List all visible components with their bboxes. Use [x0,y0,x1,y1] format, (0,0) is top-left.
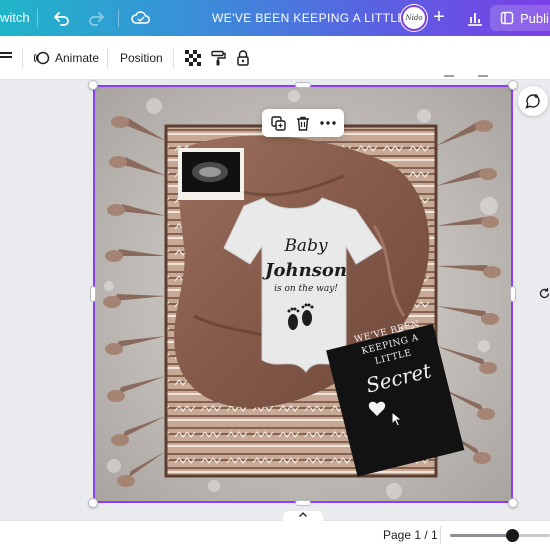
resize-handle-bottom-right[interactable] [508,498,518,508]
animate-label: Animate [55,51,100,65]
paint-roller-icon[interactable] [209,49,227,67]
page-indicator[interactable]: Page 1 / 1 [383,528,438,542]
add-comment-button[interactable] [518,86,548,116]
animate-button[interactable]: Animate [34,44,99,72]
page-edge-marker [478,75,488,77]
pregnancy-announcement-photo[interactable]: Baby Johnson is on the way! WE'VE BEEN K… [94,86,512,502]
toolbar-divider [173,48,174,68]
footer-divider [440,526,441,544]
redo-icon[interactable] [86,8,106,28]
more-options-icon[interactable] [319,114,337,132]
line-style-icon[interactable] [0,52,12,64]
duplicate-icon[interactable] [269,114,287,132]
design-title[interactable]: WE'VE BEEN KEEPING A LITTLE [212,0,406,36]
announcement-artwork [94,86,512,502]
element-context-toolbar [262,109,344,137]
resize-handle-right[interactable] [510,286,516,302]
object-toolbar: Animate Position [0,36,550,80]
onesie-subtitle-text: is on the way! [274,284,338,294]
add-collaborator-button[interactable]: + [430,6,448,30]
toolbar-divider [107,48,108,68]
page-edge-marker [444,75,454,77]
editor-top-bar: witch WE'VE BEEN KEEPING A LITTLE Nido +… [0,0,550,36]
position-button[interactable]: Position [120,44,163,72]
show-pages-toggle[interactable] [283,511,323,521]
comment-add-icon [525,94,540,109]
transparency-icon[interactable] [184,49,202,67]
insights-chart-icon[interactable] [465,8,485,28]
resize-handle-top-right[interactable] [508,80,518,90]
onesie-name-text: Johnson [265,260,347,281]
publish-icon [500,11,514,25]
publish-button[interactable]: Publi [490,5,550,31]
animate-icon [34,51,50,65]
position-label: Position [120,51,163,65]
lock-icon[interactable] [234,49,252,67]
publish-label: Publi [520,10,549,26]
resize-handle-top[interactable] [295,82,311,88]
resize-handle-top-left[interactable] [88,80,98,90]
chevron-up-icon [299,512,307,517]
topbar-divider [37,9,38,27]
onesie-baby-text: Baby [284,236,328,256]
zoom-slider-thumb[interactable] [506,529,519,542]
delete-trash-icon[interactable] [294,114,312,132]
topbar-divider [118,9,119,27]
switch-menu-label[interactable]: witch [0,0,30,36]
mouse-cursor-icon [391,411,403,427]
rotate-handle-icon[interactable] [537,286,550,300]
cloud-save-icon[interactable] [130,8,152,28]
resize-handle-bottom[interactable] [295,500,311,506]
zoom-slider-fill [450,534,512,537]
resize-handle-left[interactable] [90,286,96,302]
toolbar-divider [22,48,23,68]
resize-handle-bottom-left[interactable] [88,498,98,508]
undo-icon[interactable] [52,8,72,28]
avatar[interactable]: Nido [401,5,427,31]
